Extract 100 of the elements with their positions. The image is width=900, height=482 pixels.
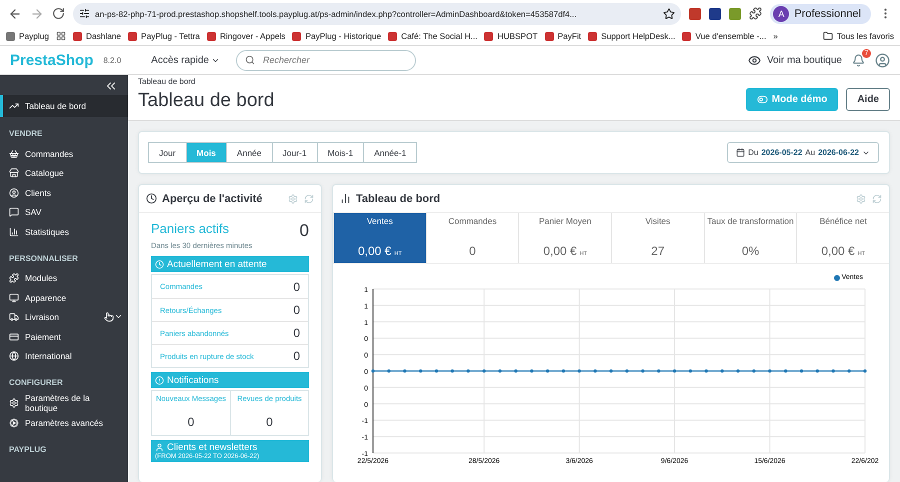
basket-icon (9, 148, 19, 159)
quick-access-menu[interactable]: Accès rapide (145, 54, 226, 66)
alert-icon (155, 376, 164, 384)
puzzle-icon[interactable] (749, 7, 762, 20)
account-icon[interactable] (875, 52, 890, 68)
bookmark-icon (544, 32, 554, 40)
calendar-icon (736, 148, 746, 157)
sidebar-item[interactable]: Catalogue (0, 164, 128, 183)
period-button[interactable]: Jour-1 (272, 142, 318, 163)
bookmark[interactable]: Support HelpDesk... (588, 31, 676, 41)
data-point (720, 369, 724, 373)
breadcrumb: Tableau de bord (138, 77, 196, 86)
data-point (482, 369, 486, 373)
data-point (434, 369, 438, 373)
section-title: CONFIGURER (8, 378, 64, 387)
profile-button[interactable]: A Professionnel (770, 4, 871, 24)
period-button[interactable]: Année-1 (363, 142, 418, 163)
help-button[interactable]: Aide (846, 88, 890, 110)
bookmark[interactable]: Dashlane (72, 31, 122, 41)
more-bookmarks-button[interactable]: » (773, 31, 778, 41)
legend-dot-icon (834, 274, 840, 280)
bell-icon[interactable] (852, 54, 865, 66)
bookmark-icon (292, 32, 302, 40)
data-point (768, 369, 772, 373)
bookmark-icon (588, 32, 598, 40)
bookmark[interactable]: Ringover - Appels (206, 31, 286, 41)
eye-icon (748, 54, 761, 66)
address-bar[interactable]: an-ps-82-php-71-prod.prestashop.shopshelf.tools.payplug.at/ps-admin/index.php?controller=AdminDashboard&token=453587df4... (73, 2, 682, 24)
sidebar-item[interactable]: Paiement (0, 327, 128, 346)
bookmark-icon (6, 32, 15, 40)
data-point (784, 369, 788, 373)
sidebar-item[interactable]: Paramètres de la boutique (0, 393, 128, 413)
view-shop-link[interactable]: Voir ma boutique (748, 54, 842, 66)
extension-icon[interactable] (709, 8, 722, 20)
section-title: PAYPLUG (8, 444, 48, 454)
data-point (657, 369, 660, 373)
section-header: Actuellement en attente (151, 256, 309, 272)
section-header: Notifications (151, 372, 309, 388)
sidebar-item[interactable]: Clients (0, 183, 128, 202)
panel-title: Tableau de bord (356, 192, 440, 204)
truck-icon (9, 312, 19, 322)
data-point (450, 369, 454, 373)
bookmark-icon (388, 32, 398, 40)
notification-count: 0 (188, 415, 194, 429)
date-range-button[interactable]: Du 2026-05-22 Au 2026-06-22 (727, 142, 879, 163)
data-point (736, 369, 740, 373)
bookmark[interactable]: PayFit (544, 31, 582, 41)
data-point (816, 369, 819, 373)
bookmark[interactable]: Vue d'ensemble -... (682, 31, 766, 41)
bar-chart-icon (340, 193, 351, 204)
bookmark[interactable]: HUBSPOT (484, 31, 538, 41)
globe-icon (9, 351, 19, 362)
sidebar-item[interactable]: Statistiques (0, 222, 128, 242)
reload-icon[interactable] (52, 7, 65, 20)
section-title: PERSONNALISER (8, 254, 79, 262)
data-point (863, 369, 867, 373)
period-button[interactable]: Mois-1 (316, 142, 364, 163)
data-point (546, 369, 550, 373)
sidebar-item[interactable]: International (0, 346, 128, 366)
pending-count: 0 (293, 326, 300, 340)
data-point (704, 369, 708, 373)
active-carts-count: 0 (300, 221, 309, 241)
sidebar-item[interactable]: SAV (0, 202, 128, 222)
period-button[interactable]: Jour (148, 142, 187, 163)
data-point (562, 369, 566, 373)
data-point (752, 369, 756, 373)
period-button[interactable]: Année (226, 142, 273, 163)
site-settings-icon[interactable] (79, 8, 90, 19)
all-bookmarks-folder[interactable]: Tous les favoris (822, 31, 894, 41)
bookmark-icon (484, 32, 494, 40)
sidebar-item[interactable]: Commandes (0, 144, 128, 164)
extension-icon[interactable] (689, 8, 702, 20)
sidebar-item[interactable]: Livraison (0, 308, 128, 327)
pending-count: 0 (293, 303, 300, 317)
bookmark[interactable]: Payplug (6, 31, 49, 41)
grid-icon[interactable] (56, 31, 66, 41)
star-icon[interactable] (663, 8, 676, 20)
kpi-tile[interactable]: Taux de transformation 0% (704, 213, 796, 263)
bookmark[interactable]: PayPlug - Historique (292, 31, 382, 41)
folder-icon (822, 31, 833, 41)
hand-cursor-icon (104, 312, 114, 322)
sidebar-item[interactable]: Tableau de bord (0, 95, 128, 117)
sidebar-item[interactable]: Modules (0, 268, 128, 288)
bookmark[interactable]: PayPlug - Tettra (128, 31, 200, 41)
back-icon[interactable] (8, 6, 22, 20)
notification-count: 0 (266, 415, 273, 429)
search-icon (244, 55, 255, 65)
data-point (688, 369, 692, 373)
search-field[interactable]: Rechercher (236, 50, 416, 70)
gear-icon (9, 418, 19, 428)
kpi-tile[interactable]: Commandes 0 (426, 213, 518, 263)
sidebar-item[interactable]: Paramètres avancés (0, 413, 128, 432)
chat-icon (9, 207, 19, 218)
bookmark-icon (128, 32, 138, 40)
clock-icon (155, 260, 164, 268)
user-icon (155, 443, 164, 452)
data-point (609, 369, 613, 373)
panel-title: Aperçu de l'activité (162, 192, 262, 204)
sidebar-item[interactable]: Apparence (0, 288, 128, 308)
bookmark[interactable]: Café: The Social H... (388, 31, 478, 41)
